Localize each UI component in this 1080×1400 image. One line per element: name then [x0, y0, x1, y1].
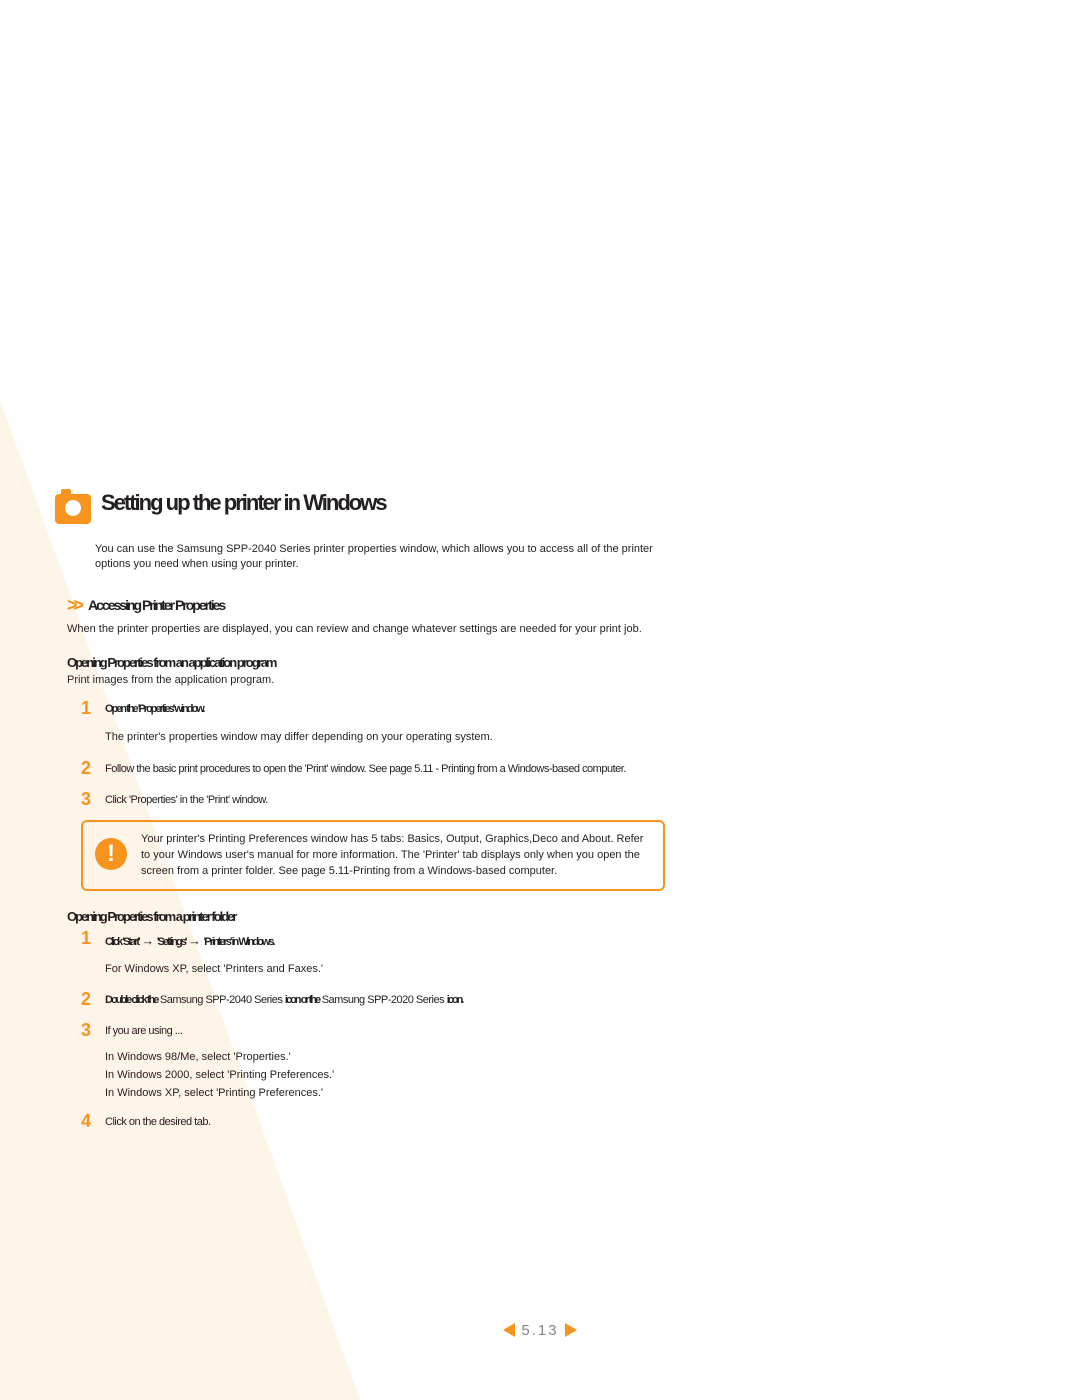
step-text: Double click the Samsung SPP-2040 Series…: [105, 989, 462, 1009]
step-number: 3: [81, 1020, 95, 1041]
step-number: 4: [81, 1111, 95, 1132]
step-text: Follow the basic print procedures to ope…: [105, 758, 626, 778]
chevron-right-icon: >>: [67, 595, 80, 616]
os-instruction: In Windows 98/Me, select 'Properties.': [105, 1051, 665, 1063]
subsection-heading: Opening Properties from an application p…: [67, 655, 665, 670]
step-text: Click on the desired tab.: [105, 1111, 211, 1131]
step-item: 2 Follow the basic print procedures to o…: [81, 758, 665, 779]
info-box: ! Your printer's Printing Preferences wi…: [81, 820, 665, 892]
step-text: Click 'Start' → 'Settings' → 'Printers' …: [105, 928, 274, 951]
section-heading-row: >> Accessing Printer Properties: [67, 595, 665, 616]
subsection-body: Print images from the application progra…: [67, 674, 665, 686]
arrow-icon: →: [141, 933, 157, 948]
step-item: 1 Click 'Start' → 'Settings' → 'Printers…: [81, 928, 665, 951]
camera-icon: [55, 494, 91, 524]
os-instruction: In Windows XP, select 'Printing Preferen…: [105, 1087, 665, 1099]
step-text: If you are using ...: [105, 1020, 182, 1040]
page-number: 5.13: [521, 1322, 558, 1339]
step-item: 2 Double click the Samsung SPP-2040 Seri…: [81, 989, 665, 1010]
step-number: 2: [81, 758, 95, 779]
intro-paragraph: You can use the Samsung SPP-2040 Series …: [95, 542, 665, 573]
page-title: Setting up the printer in Windows: [101, 490, 386, 516]
page-footer: 5.13: [0, 1322, 1080, 1343]
section-heading: Accessing Printer Properties: [88, 597, 224, 613]
title-row: Setting up the printer in Windows: [55, 490, 665, 524]
step-number: 1: [81, 698, 95, 719]
step-note: For Windows XP, select 'Printers and Fax…: [105, 961, 665, 978]
os-instruction: In Windows 2000, select 'Printing Prefer…: [105, 1069, 665, 1081]
step-number: 2: [81, 989, 95, 1010]
section-body: When the printer properties are displaye…: [67, 622, 665, 637]
step-note: The printer's properties window may diff…: [105, 729, 665, 746]
triangle-left-icon: [503, 1323, 515, 1337]
step-item: 4 Click on the desired tab.: [81, 1111, 665, 1132]
alert-icon: !: [95, 838, 127, 870]
page-number-container: 5.13: [503, 1322, 576, 1339]
step-number: 1: [81, 928, 95, 949]
step-text: Click 'Properties' in the 'Print' window…: [105, 789, 268, 809]
info-text: Your printer's Printing Preferences wind…: [141, 832, 651, 880]
arrow-icon: →: [188, 933, 204, 948]
step-item: 1 Open the 'Properties' window.: [81, 698, 665, 719]
subsection-heading: Opening Properties from a printer folder: [67, 909, 665, 924]
page-content: Setting up the printer in Windows You ca…: [55, 490, 665, 1142]
triangle-right-icon: [565, 1323, 577, 1337]
step-text: Open the 'Properties' window.: [105, 698, 203, 718]
step-number: 3: [81, 789, 95, 810]
step-item: 3 Click 'Properties' in the 'Print' wind…: [81, 789, 665, 810]
step-item: 3 If you are using ...: [81, 1020, 665, 1041]
